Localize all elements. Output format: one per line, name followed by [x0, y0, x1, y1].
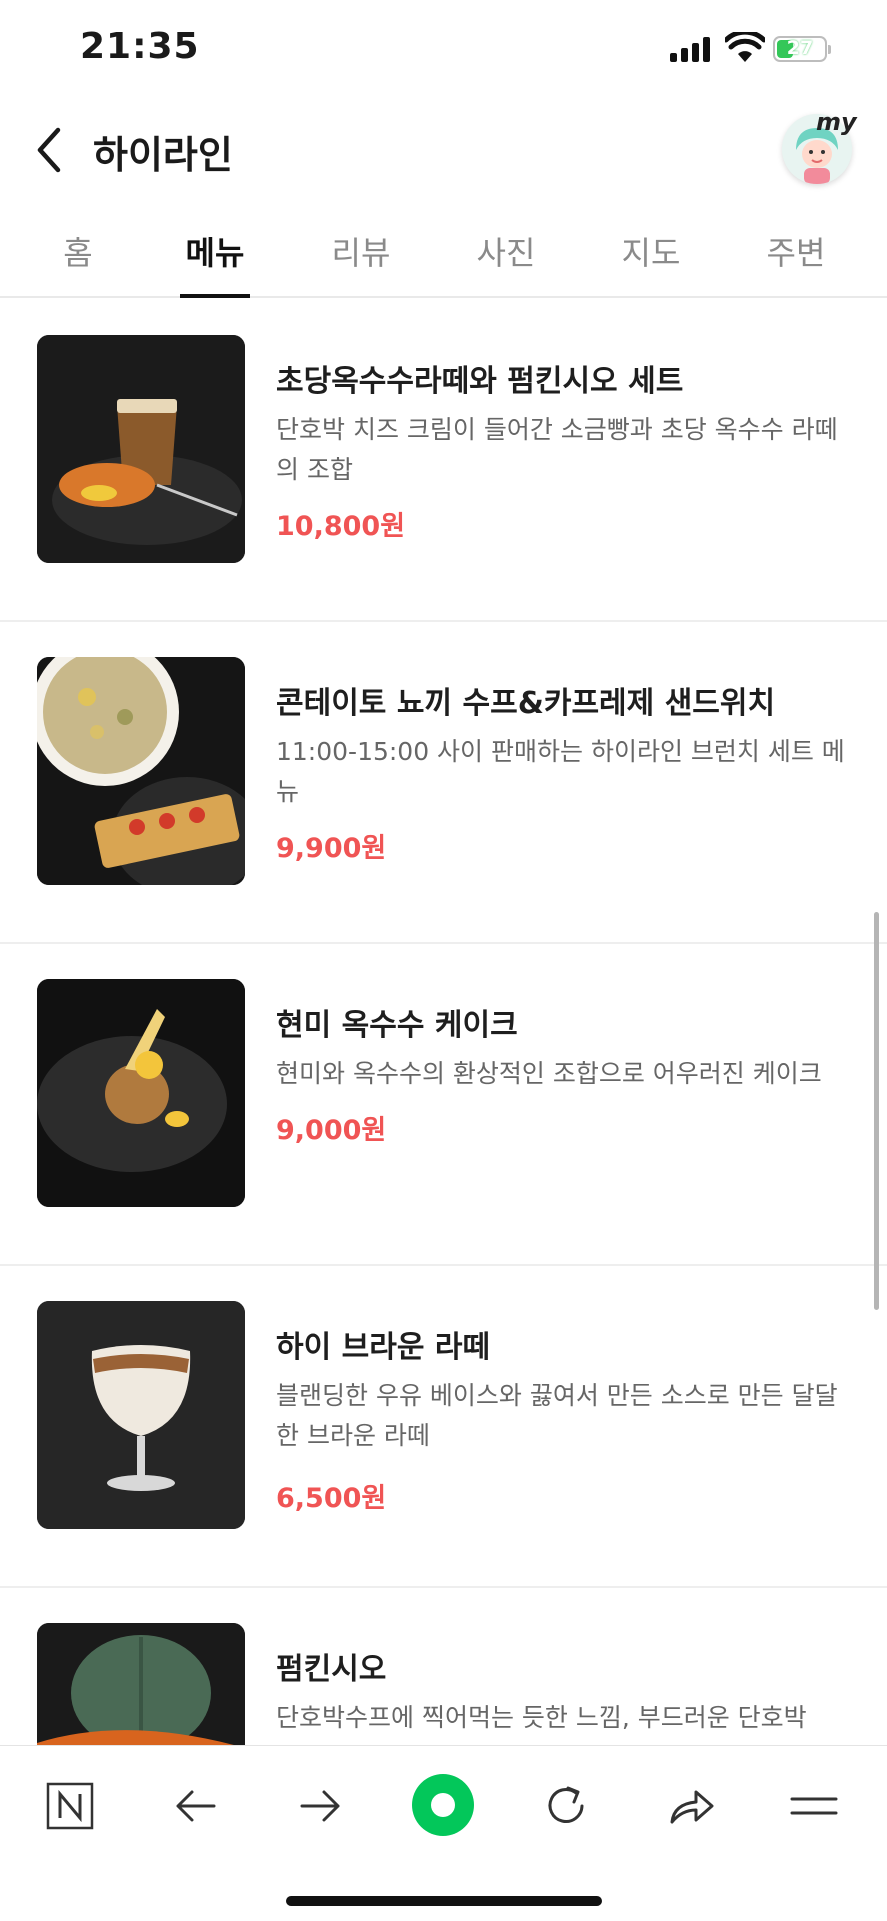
- menu-icon[interactable]: [784, 1776, 844, 1836]
- menu-item-description: 단호박수프에 찍어먹는 듯한 느낌, 부드러운 단호박: [276, 1703, 807, 1732]
- page-title: 하이라인: [93, 133, 233, 177]
- menu-item-name: 하이 브라운 라떼: [276, 1330, 491, 1365]
- menu-item-price: 9,000원: [276, 1115, 387, 1146]
- tab-home[interactable]: 홈: [23, 228, 133, 274]
- tab-reviews[interactable]: 리뷰: [306, 228, 416, 274]
- menu-item-price: 10,800원: [276, 511, 406, 542]
- tab-photos[interactable]: 사진: [451, 228, 561, 274]
- menu-item-price: 9,900원: [276, 833, 387, 864]
- tab-map[interactable]: 지도: [596, 228, 706, 274]
- menu-item-photo: [37, 1623, 245, 1745]
- scrollbar[interactable]: [874, 912, 879, 1310]
- menu-item-description: 블랜딩한 우유 베이스와 끓여서 만든 소스로 만든 달달한 브라운 라떼: [276, 1381, 838, 1450]
- menu-list[interactable]: 초당옥수수라떼와 펌킨시오 세트 단호박 치즈 크림이 들어간 소금빵과 초당 …: [0, 300, 887, 1745]
- battery-icon: 27: [773, 36, 831, 62]
- menu-item-description: 11:00-15:00 사이 판매하는 하이라인 브런치 세트 메뉴: [276, 737, 845, 806]
- forward-arrow-icon[interactable]: [290, 1776, 350, 1836]
- menu-item-name: 펌킨시오: [276, 1652, 387, 1687]
- home-indicator: [286, 1896, 602, 1906]
- menu-item-photo: [37, 657, 245, 885]
- menu-item[interactable]: 초당옥수수라떼와 펌킨시오 세트 단호박 치즈 크림이 들어간 소금빵과 초당 …: [0, 300, 887, 622]
- menu-item[interactable]: 콘테이토 뇨끼 수프&카프레제 샌드위치 11:00-15:00 사이 판매하는…: [0, 622, 887, 944]
- signal-icon: [670, 36, 714, 62]
- menu-item-name: 현미 옥수수 케이크: [276, 1008, 518, 1043]
- menu-item-name: 초당옥수수라떼와 펌킨시오 세트: [276, 364, 684, 399]
- app-header: 하이라인: [0, 100, 887, 200]
- menu-item-price: 6,500원: [276, 1483, 387, 1514]
- naver-green-dot-icon[interactable]: [412, 1774, 474, 1836]
- menu-item[interactable]: 펌킨시오 단호박수프에 찍어먹는 듯한 느낌, 부드러운 단호박: [0, 1588, 887, 1745]
- share-icon[interactable]: [660, 1776, 720, 1836]
- status-time: 21:35: [80, 26, 200, 67]
- tab-bar: 홈 메뉴 리뷰 사진 지도 주변: [0, 210, 887, 298]
- tab-nearby[interactable]: 주변: [741, 228, 851, 274]
- menu-item[interactable]: 현미 옥수수 케이크 현미와 옥수수의 환상적인 조합으로 어우러진 케이크 9…: [0, 944, 887, 1266]
- tab-menu[interactable]: 메뉴: [160, 228, 270, 274]
- status-bar: 21:35 27: [0, 0, 887, 100]
- back-arrow-icon[interactable]: [166, 1776, 226, 1836]
- menu-item-description: 현미와 옥수수의 환상적인 조합으로 어우러진 케이크: [276, 1059, 822, 1088]
- naver-n-icon[interactable]: [40, 1776, 100, 1836]
- battery-level: 27: [786, 37, 814, 59]
- menu-item-name: 콘테이토 뇨끼 수프&카프레제 샌드위치: [276, 686, 776, 721]
- profile-my-label: my: [816, 108, 857, 136]
- menu-item-photo: [37, 979, 245, 1207]
- menu-item-description: 단호박 치즈 크림이 들어간 소금빵과 초당 옥수수 라떼의 조합: [276, 415, 838, 484]
- menu-item-photo: [37, 335, 245, 563]
- active-tab-indicator: [180, 294, 250, 298]
- browser-toolbar: [0, 1745, 887, 1921]
- wifi-icon: [725, 32, 765, 62]
- back-chevron-icon[interactable]: [30, 124, 70, 176]
- menu-item[interactable]: 하이 브라운 라떼 블랜딩한 우유 베이스와 끓여서 만든 소스로 만든 달달한…: [0, 1266, 887, 1588]
- reload-icon[interactable]: [536, 1776, 596, 1836]
- menu-item-photo: [37, 1301, 245, 1529]
